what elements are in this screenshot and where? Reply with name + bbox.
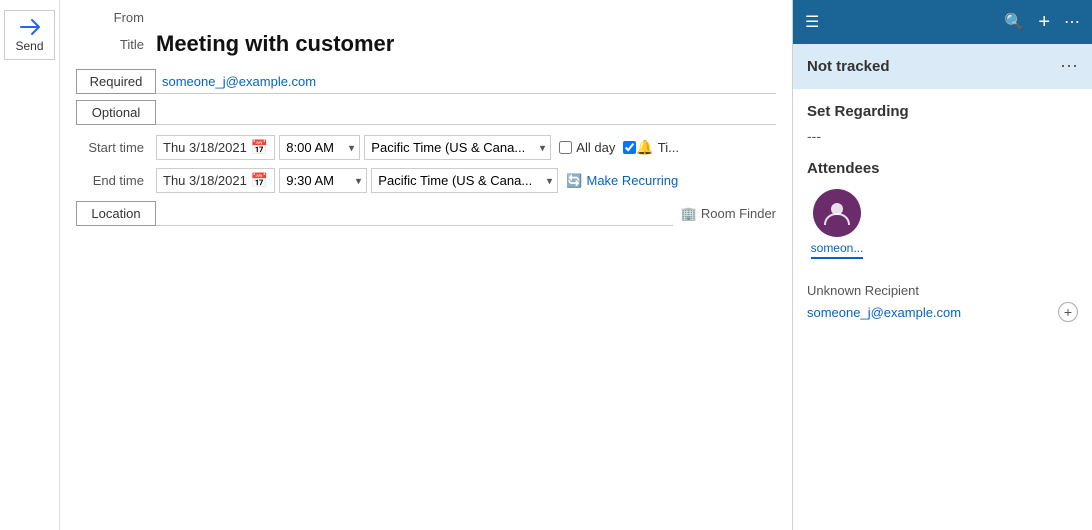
reminder-text: Ti... (658, 140, 679, 155)
optional-button[interactable]: Optional (76, 100, 156, 125)
right-sidebar: ☰ 🔍 + ⋯ Not tracked ⋯ Set Regarding --- … (792, 0, 1092, 530)
attendee-name[interactable]: someon... (811, 241, 864, 259)
from-row: From (76, 10, 776, 25)
send-arrow-icon (18, 17, 42, 37)
optional-email-input[interactable] (156, 101, 776, 125)
send-button[interactable]: Send (4, 10, 54, 60)
recurring-row[interactable]: 🔄 Make Recurring (566, 173, 678, 189)
end-time-select[interactable]: 9:30 AM 10:00 AM 10:30 AM (279, 168, 367, 193)
from-label: From (76, 10, 156, 25)
end-time-label: End time (76, 173, 156, 188)
sidebar-body: Set Regarding --- Attendees someon... Un… (793, 89, 1092, 530)
meeting-title: Meeting with customer (156, 31, 394, 57)
start-time-select[interactable]: 8:00 AM 8:30 AM 9:00 AM (279, 135, 360, 160)
allday-label: All day (576, 140, 615, 155)
room-finder-label: Room Finder (701, 206, 776, 221)
recipient-email-row: someone_j@example.com + (807, 302, 1078, 322)
title-label: Title (76, 37, 156, 52)
end-date-field[interactable]: Thu 3/18/2021 📅 (156, 168, 275, 193)
room-finder-button[interactable]: 🏢 Room Finder (681, 206, 776, 222)
start-date-text: Thu 3/18/2021 (163, 140, 247, 155)
recipient-email[interactable]: someone_j@example.com (807, 305, 961, 320)
sidebar-header-left-icons: ☰ (805, 12, 819, 32)
not-tracked-label: Not tracked (807, 58, 890, 75)
optional-row: Optional (76, 100, 776, 125)
search-icon[interactable]: 🔍 (1004, 12, 1024, 32)
reminder-checkbox[interactable] (623, 141, 636, 154)
start-time-row: Start time Thu 3/18/2021 📅 8:00 AM 8:30 … (76, 135, 776, 160)
end-timezone-select[interactable]: Pacific Time (US & Cana... Eastern Time … (371, 168, 558, 193)
end-time-wrapper: 9:30 AM 10:00 AM 10:30 AM (279, 168, 367, 193)
add-recipient-icon[interactable]: + (1058, 302, 1078, 322)
required-button[interactable]: Required (76, 69, 156, 94)
start-timezone-wrapper: Pacific Time (US & Cana... Eastern Time … (364, 135, 551, 160)
regarding-value: --- (807, 128, 1078, 144)
recipients-section: Required Optional (76, 69, 776, 125)
end-calendar-icon[interactable]: 📅 (251, 172, 268, 189)
end-time-row: End time Thu 3/18/2021 📅 9:30 AM 10:00 A… (76, 168, 776, 193)
location-row: Location 🏢 Room Finder (76, 201, 776, 226)
start-timezone-select[interactable]: Pacific Time (US & Cana... Eastern Time … (364, 135, 551, 160)
more-icon[interactable]: ⋯ (1064, 12, 1080, 32)
datetime-section: Start time Thu 3/18/2021 📅 8:00 AM 8:30 … (76, 135, 776, 193)
room-finder-icon: 🏢 (681, 206, 697, 222)
add-icon[interactable]: + (1038, 11, 1050, 34)
reminder-row: 🔔 Ti... (623, 139, 679, 156)
sidebar-header: ☰ 🔍 + ⋯ (793, 0, 1092, 44)
hamburger-icon[interactable]: ☰ (805, 12, 819, 32)
not-tracked-menu-icon[interactable]: ⋯ (1060, 56, 1078, 77)
main-form: From Title Meeting with customer Require… (60, 0, 792, 530)
attendees-label: Attendees (807, 160, 1078, 177)
required-row: Required (76, 69, 776, 94)
end-date-text: Thu 3/18/2021 (163, 173, 247, 188)
unknown-recipient-section: Unknown Recipient someone_j@example.com … (807, 283, 1078, 322)
send-label: Send (15, 39, 43, 53)
location-input[interactable] (156, 202, 673, 226)
location-button[interactable]: Location (76, 201, 156, 226)
unknown-recipient-label: Unknown Recipient (807, 283, 1078, 298)
end-timezone-wrapper: Pacific Time (US & Cana... Eastern Time … (371, 168, 558, 193)
send-panel: Send (0, 0, 60, 530)
add-plus-icon: + (1064, 304, 1072, 320)
allday-checkbox[interactable] (559, 141, 572, 154)
set-regarding-label: Set Regarding (807, 103, 1078, 120)
start-time-label: Start time (76, 140, 156, 155)
attendee-avatar (813, 189, 861, 237)
recurring-label: Make Recurring (586, 173, 678, 188)
attendees-list: someon... (807, 189, 1078, 267)
start-date-field[interactable]: Thu 3/18/2021 📅 (156, 135, 275, 160)
title-row: Title Meeting with customer (76, 31, 776, 57)
not-tracked-section: Not tracked ⋯ (793, 44, 1092, 89)
attendee-item: someon... (807, 189, 867, 259)
reminder-bell-icon: 🔔 (636, 139, 653, 156)
start-calendar-icon[interactable]: 📅 (251, 139, 268, 156)
recurring-icon: 🔄 (566, 173, 582, 189)
allday-row: All day (559, 140, 615, 155)
required-email-input[interactable] (156, 70, 776, 94)
sidebar-header-right-icons: 🔍 + ⋯ (1004, 11, 1080, 34)
start-time-wrapper: 8:00 AM 8:30 AM 9:00 AM (279, 135, 360, 160)
